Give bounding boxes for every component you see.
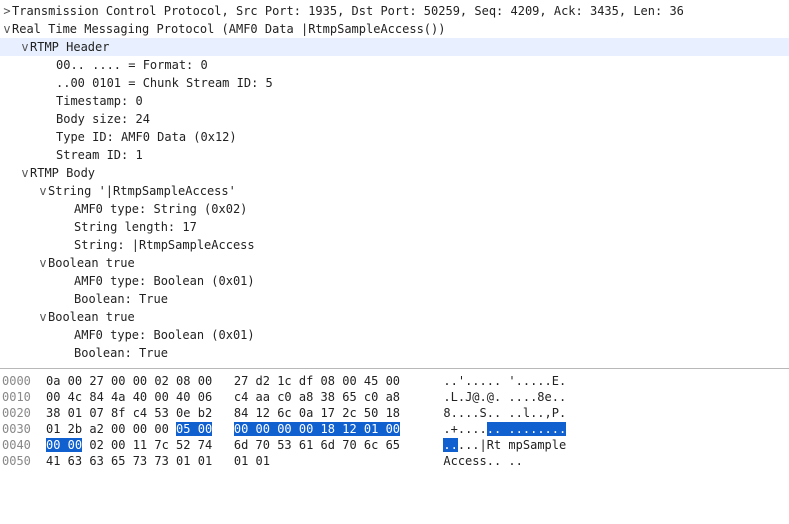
hex-ascii: Access.. ..	[443, 453, 522, 469]
hex-offset: 0020	[2, 405, 46, 421]
field-bool1-amftype[interactable]: AMF0 type: Boolean (0x01)	[0, 272, 789, 290]
field-format[interactable]: 00.. .... = Format: 0	[0, 56, 789, 74]
field-bool2-value[interactable]: Boolean: True	[0, 344, 789, 362]
hex-bytes: 41 63 63 65 73 73 01 01 01 01	[46, 453, 270, 469]
chevron-down-icon[interactable]: v	[20, 38, 30, 56]
tree-row-rtmp-body[interactable]: v RTMP Body	[0, 164, 789, 182]
hex-bytes: 38 01 07 8f c4 53 0e b2 84 12 6c 0a 17 2…	[46, 405, 400, 421]
hex-offset: 0050	[2, 453, 46, 469]
chevron-down-icon[interactable]: v	[38, 254, 48, 272]
hex-offset: 0030	[2, 421, 46, 437]
hex-offset: 0040	[2, 437, 46, 453]
hex-line-0010[interactable]: 0010 00 4c 84 4a 40 00 40 06 c4 aa c0 a8…	[0, 389, 789, 405]
rtmp-summary: Real Time Messaging Protocol (AMF0 Data …	[12, 20, 445, 38]
highlighted-bytes: 05 00	[176, 422, 212, 436]
tcp-summary: Transmission Control Protocol, Src Port:…	[12, 2, 684, 20]
chevron-down-icon[interactable]: v	[38, 308, 48, 326]
tree-row-bool2[interactable]: v Boolean true	[0, 308, 789, 326]
chevron-down-icon[interactable]: v	[20, 164, 30, 182]
rtmp-header-label: RTMP Header	[30, 38, 109, 56]
field-string-value[interactable]: String: |RtmpSampleAccess	[0, 236, 789, 254]
tree-row-bool1[interactable]: v Boolean true	[0, 254, 789, 272]
hex-offset: 0000	[2, 373, 46, 389]
chevron-down-icon[interactable]: v	[38, 182, 48, 200]
field-timestamp[interactable]: Timestamp: 0	[0, 92, 789, 110]
packet-details-tree: > Transmission Control Protocol, Src Por…	[0, 0, 789, 368]
tree-row-rtmp[interactable]: v Real Time Messaging Protocol (AMF0 Dat…	[0, 20, 789, 38]
hex-line-0040[interactable]: 0040 00 00 02 00 11 7c 52 74 6d 70 53 61…	[0, 437, 789, 453]
hex-bytes: 00 4c 84 4a 40 00 40 06 c4 aa c0 a8 38 6…	[46, 389, 400, 405]
highlighted-ascii: .. ........	[487, 422, 566, 436]
hex-bytes: 01 2b a2 00 00 00 05 00 00 00 00 00 18 1…	[46, 421, 400, 437]
hex-line-0020[interactable]: 0020 38 01 07 8f c4 53 0e b2 84 12 6c 0a…	[0, 405, 789, 421]
hex-line-0050[interactable]: 0050 41 63 63 65 73 73 01 01 01 01 Acces…	[0, 453, 789, 469]
highlighted-bytes: 00 00 00 00 18 12 01 00	[234, 422, 400, 436]
highlighted-bytes: 00 00	[46, 438, 82, 452]
string-label: String '|RtmpSampleAccess'	[48, 182, 236, 200]
rtmp-body-label: RTMP Body	[30, 164, 95, 182]
field-bool2-amftype[interactable]: AMF0 type: Boolean (0x01)	[0, 326, 789, 344]
field-type-id[interactable]: Type ID: AMF0 Data (0x12)	[0, 128, 789, 146]
field-string-amftype[interactable]: AMF0 type: String (0x02)	[0, 200, 789, 218]
tree-row-string[interactable]: v String '|RtmpSampleAccess'	[0, 182, 789, 200]
hex-ascii: ..'..... '.....E.	[443, 373, 566, 389]
chevron-down-icon[interactable]: v	[2, 20, 12, 38]
hex-ascii: .....|Rt mpSample	[443, 437, 566, 453]
hex-ascii: .+...... ........	[443, 421, 566, 437]
hex-bytes: 0a 00 27 00 00 02 08 00 27 d2 1c df 08 0…	[46, 373, 400, 389]
hex-ascii: .L.J@.@. ....8e..	[443, 389, 566, 405]
field-bool1-value[interactable]: Boolean: True	[0, 290, 789, 308]
hex-offset: 0010	[2, 389, 46, 405]
bool1-label: Boolean true	[48, 254, 135, 272]
hex-bytes: 00 00 02 00 11 7c 52 74 6d 70 53 61 6d 7…	[46, 437, 400, 453]
field-body-size[interactable]: Body size: 24	[0, 110, 789, 128]
hex-ascii: 8....S.. ..l..,P.	[443, 405, 566, 421]
hex-line-0000[interactable]: 0000 0a 00 27 00 00 02 08 00 27 d2 1c df…	[0, 373, 789, 389]
tree-row-rtmp-header[interactable]: v RTMP Header	[0, 38, 789, 56]
field-stream-id[interactable]: Stream ID: 1	[0, 146, 789, 164]
bool2-label: Boolean true	[48, 308, 135, 326]
chevron-right-icon[interactable]: >	[2, 2, 12, 20]
hex-line-0030[interactable]: 0030 01 2b a2 00 00 00 05 00 00 00 00 00…	[0, 421, 789, 437]
highlighted-ascii: ..	[443, 438, 457, 452]
field-chunk-stream-id[interactable]: ..00 0101 = Chunk Stream ID: 5	[0, 74, 789, 92]
hex-dump-pane: 0000 0a 00 27 00 00 02 08 00 27 d2 1c df…	[0, 368, 789, 524]
tree-row-tcp[interactable]: > Transmission Control Protocol, Src Por…	[0, 2, 789, 20]
field-string-length[interactable]: String length: 17	[0, 218, 789, 236]
